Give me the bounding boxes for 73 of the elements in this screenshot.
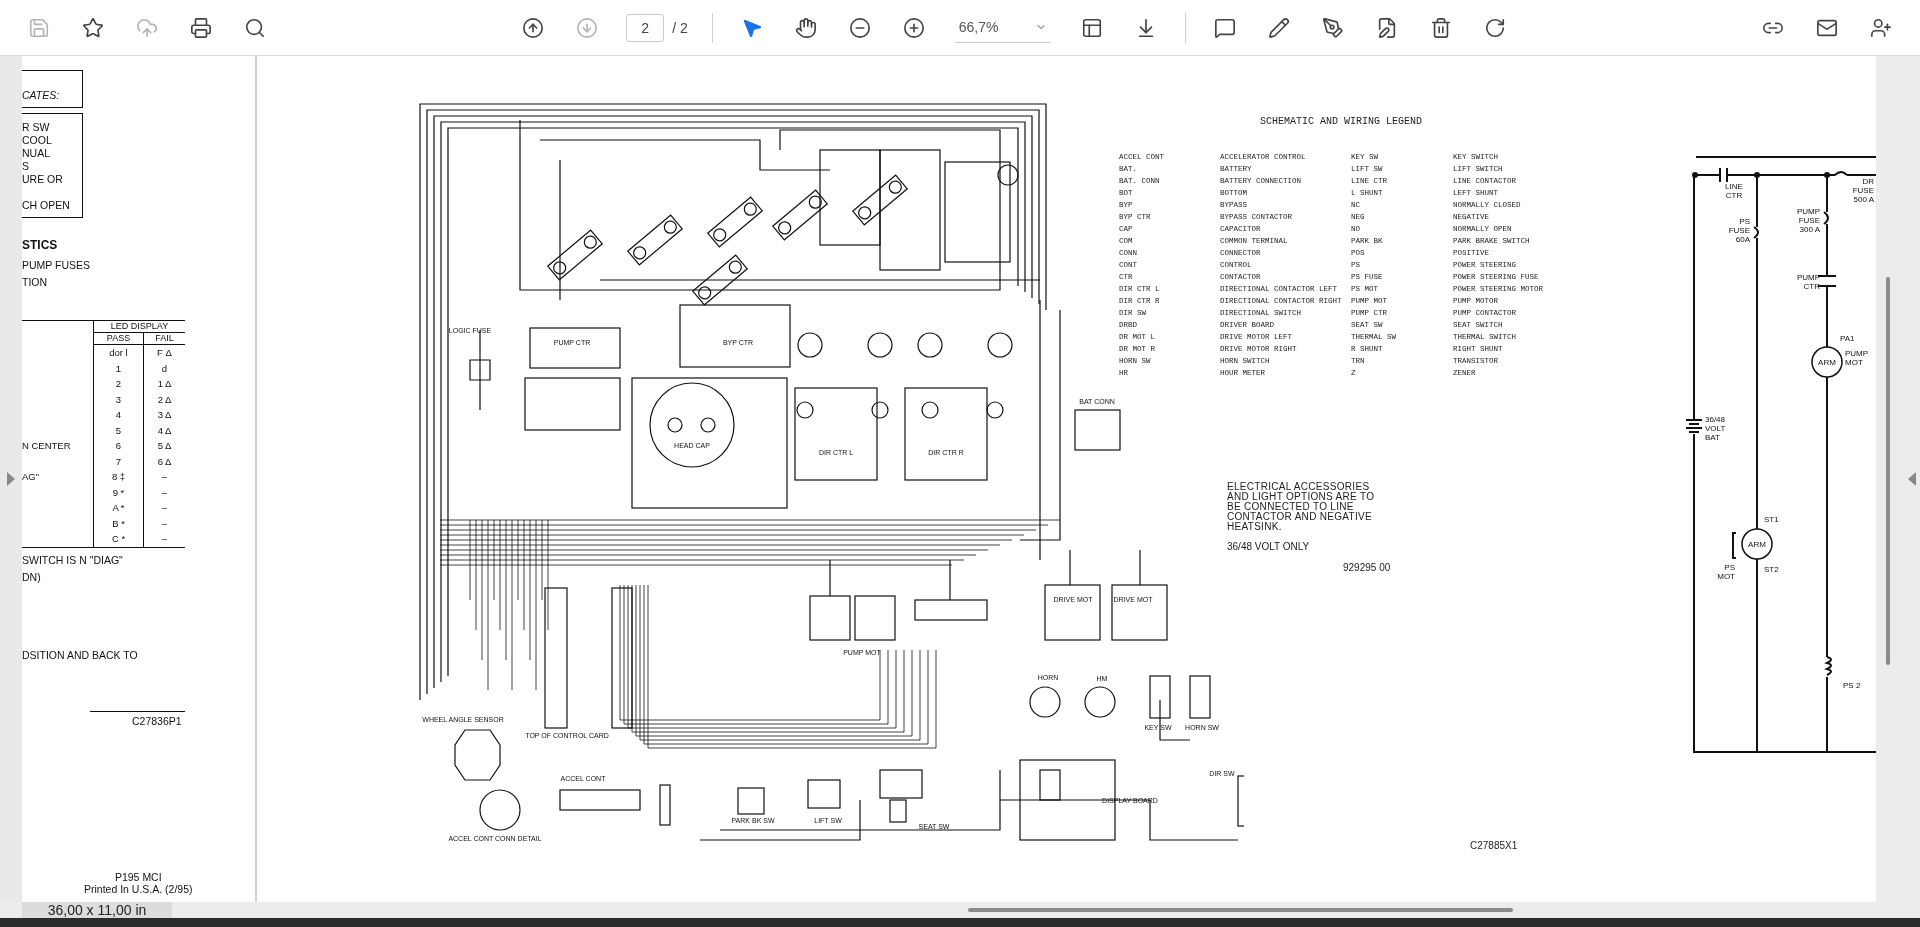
table-cell: F Δ [143, 345, 185, 361]
table-cell: – [143, 484, 185, 500]
table-cell: 7 [93, 453, 143, 469]
table-cell-text: N CENTER [22, 439, 72, 453]
table-cell: d [143, 360, 185, 376]
body-text: DN) [22, 571, 42, 584]
schematic-label: PA1 [1840, 334, 1855, 343]
box-text: URE OR [22, 173, 64, 186]
box-text: R SW [22, 121, 51, 134]
schematic-label: PS 2 [1843, 681, 1861, 690]
column-header: FAIL [143, 333, 185, 345]
vertical-scrollbar[interactable] [1886, 277, 1890, 665]
page-number-field[interactable]: 2 [626, 13, 665, 42]
box-text: NUAL [22, 147, 51, 160]
sheet-number: C27885X1 [1470, 840, 1518, 851]
table-cell: 5 [93, 422, 143, 438]
column-header: PASS [93, 333, 143, 345]
schematic-label: ST1 [1764, 515, 1779, 524]
schematic-label: ST2 [1764, 565, 1779, 574]
table-header: LED DISPLAY [93, 321, 185, 333]
table-cell: 6 [93, 438, 143, 454]
body-text: DSITION AND BACK TO [22, 649, 138, 662]
voltage-note: 36/48 VOLT ONLY [1227, 541, 1310, 552]
table-cell: 3 Δ [143, 407, 185, 423]
table-cell: 4 Δ [143, 422, 185, 438]
table-cell: 6 Δ [143, 453, 185, 469]
right-arrow-icon[interactable] [7, 472, 15, 486]
page-total: / 2 [672, 19, 688, 36]
horizontal-scrollbar[interactable] [968, 908, 1513, 912]
section-heading: STICS [22, 238, 58, 252]
table-cell: 8 ‡ [93, 469, 143, 485]
body-text: PUMP FUSES [22, 259, 91, 272]
legend-title: SCHEMATIC AND WIRING LEGEND [1260, 116, 1422, 127]
table-cell: 1 [93, 360, 143, 376]
box-text: S [22, 160, 30, 173]
schematic-label: PUMP FUSE 300 A [1796, 207, 1820, 234]
table-cell: C * [93, 531, 143, 547]
part-number: 929295 00 [1343, 562, 1391, 573]
box-caption: CATES: [22, 89, 60, 102]
drawing-number: C27836P1 [132, 715, 182, 728]
table-cell: 1 Δ [143, 376, 185, 392]
table-cell: – [143, 500, 185, 516]
schematic-label: ARM [1818, 358, 1836, 367]
page-size: 36,00 x 11,00 in [22, 902, 172, 918]
table-cell: A * [93, 500, 143, 516]
schematic-label: PS MOT [1717, 563, 1735, 581]
table-cell: 2 [93, 376, 143, 392]
schematic-label: DR FUSE 500 A [1852, 177, 1874, 204]
schematic-label: PUMP MOT [1845, 349, 1869, 367]
table-cell: – [143, 469, 185, 485]
table-cell: 3 [93, 391, 143, 407]
schematic-label: PS FUSE 60A [1728, 217, 1750, 244]
footer-text: Printed In U.S.A. (2/95) [84, 883, 193, 895]
table-cell: 9 * [93, 484, 143, 500]
table-cell: B * [93, 515, 143, 531]
table-cell: – [143, 515, 185, 531]
left-arrow-icon[interactable] [1908, 472, 1916, 486]
table-cell: – [143, 531, 185, 547]
table-cell: 4 [93, 407, 143, 423]
table-cell: 2 Δ [143, 391, 185, 407]
body-text: TION [22, 276, 49, 289]
footer-text: P195 MCI [113, 871, 163, 883]
zoom-dropdown[interactable]: 66,7% [954, 12, 1051, 43]
accessory-note: ELECTRICAL ACCESSORIES AND LIGHT OPTIONS ARE TO BE CONNECTED TO LINE CONTACTOR AND NEGATIVE HEATSINK. [1227, 482, 1375, 532]
table-cell-text: AG" [22, 470, 41, 484]
body-text: SWITCH IS N "DIAG" [22, 554, 123, 567]
schematic-label: 36/48 VOLT BAT [1705, 415, 1726, 442]
table-cell: dor l [93, 345, 143, 361]
box-text: COOL [22, 134, 53, 147]
box-text: CH OPEN [22, 199, 70, 212]
table-cell: 5 Δ [143, 438, 185, 454]
schematic-label: ARM [1748, 540, 1766, 549]
schematic-label: LINE CTR [1725, 182, 1743, 200]
